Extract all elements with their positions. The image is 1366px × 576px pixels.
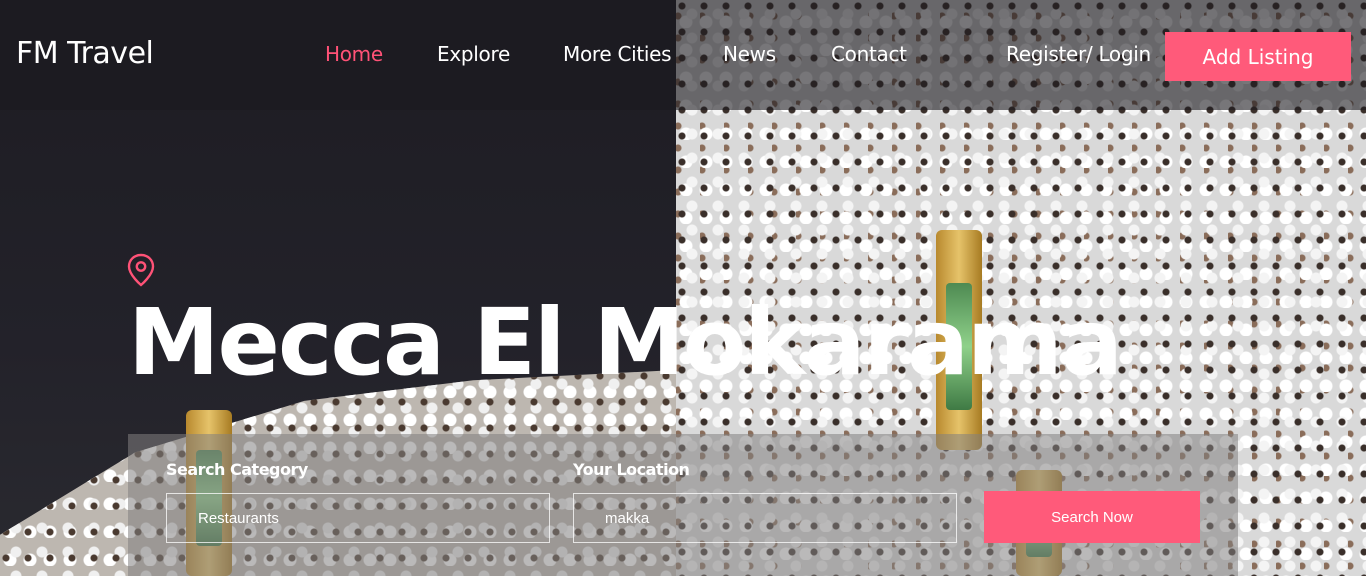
search-category-field[interactable] xyxy=(166,493,550,543)
nav-item-explore[interactable]: Explore xyxy=(437,42,510,66)
search-now-button[interactable]: Search Now xyxy=(984,491,1200,543)
register-login-link[interactable]: Register/ Login xyxy=(1006,42,1151,66)
add-listing-button[interactable]: Add Listing xyxy=(1165,32,1351,81)
your-location-label: Your Location xyxy=(573,460,690,479)
search-category-label: Search Category xyxy=(166,460,308,479)
search-panel: Search Category Your Location Search Now xyxy=(128,434,1238,576)
hero-title: Mecca El Mokarama xyxy=(128,289,1123,396)
site-header: FM Travel Home Explore More Cities News … xyxy=(0,0,1366,110)
nav-item-more-cities[interactable]: More Cities xyxy=(563,42,672,66)
location-pin-icon xyxy=(126,253,156,287)
nav-item-news[interactable]: News xyxy=(723,42,776,66)
nav-item-home[interactable]: Home xyxy=(325,42,383,66)
main-nav: Home Explore More Cities News Contact Re… xyxy=(0,42,1366,68)
location-field[interactable] xyxy=(573,493,957,543)
nav-item-contact[interactable]: Contact xyxy=(831,42,907,66)
